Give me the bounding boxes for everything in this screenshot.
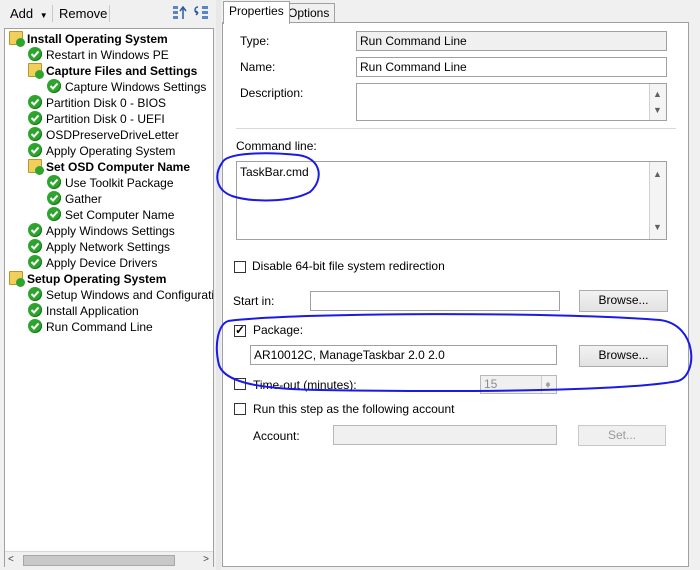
tree-item-label: Install Application: [46, 304, 139, 318]
type-label: Type:: [240, 34, 270, 48]
tree-item-label: Apply Network Settings: [46, 240, 171, 254]
add-button-label: Add: [10, 6, 34, 21]
tree-item-label: Install Operating System: [27, 32, 168, 46]
check-icon: [28, 127, 42, 141]
name-field[interactable]: Run Command Line: [356, 57, 667, 77]
check-badge-icon: [16, 38, 25, 47]
tab-options[interactable]: Options: [282, 3, 336, 23]
tree-item-label: Run Command Line: [46, 320, 153, 334]
description-field[interactable]: ▲ ▼: [356, 83, 667, 121]
check-icon: [28, 287, 42, 301]
description-label: Description:: [240, 86, 304, 100]
start-in-label: Start in:: [233, 294, 275, 308]
name-label: Name:: [240, 60, 276, 74]
tree-item-label: Partition Disk 0 - UEFI: [46, 112, 165, 126]
tree-item-label: Capture Files and Settings: [46, 64, 198, 78]
add-button[interactable]: Add ▼: [10, 6, 48, 21]
description-scrollbar[interactable]: ▲ ▼: [649, 84, 666, 120]
tree-item-label: Partition Disk 0 - BIOS: [46, 96, 167, 110]
toolbar: Add ▼ Remove: [0, 0, 218, 28]
package-browse-button[interactable]: Browse...: [579, 345, 668, 367]
command-line-field[interactable]: TaskBar.cmd ▲ ▼: [236, 161, 667, 240]
tree-item-label: Setup Operating System: [27, 272, 167, 286]
folder-check-icon: [9, 31, 25, 47]
check-icon: [47, 207, 61, 221]
check-icon: [28, 47, 42, 61]
tree-item-label: OSDPreserveDriveLetter: [46, 128, 179, 142]
timeout-label: Time-out (minutes):: [253, 378, 357, 392]
package-checkbox[interactable]: [234, 323, 246, 337]
check-icon: [47, 175, 61, 189]
toolbar-separator: [52, 5, 53, 22]
scroll-up-icon[interactable]: ▲: [653, 164, 662, 184]
package-label: Package:: [253, 323, 304, 337]
check-badge-icon: [16, 278, 25, 287]
toolbar-separator: [109, 5, 110, 22]
tab-properties[interactable]: Properties: [223, 1, 290, 24]
check-icon: [28, 223, 42, 237]
account-field: [333, 425, 557, 445]
disable64-label: Disable 64-bit file system redirection: [252, 259, 445, 273]
check-icon: [28, 95, 42, 109]
folder-check-icon: [28, 63, 44, 79]
spinner-buttons: ▲ ▼: [541, 376, 556, 393]
pane-splitter[interactable]: [216, 0, 221, 570]
divider: [236, 128, 676, 129]
disable64-checkbox[interactable]: [234, 261, 246, 273]
scrollbar-thumb[interactable]: [23, 555, 175, 566]
chevron-down-icon: ▼: [39, 11, 48, 20]
run-as-checkbox[interactable]: [234, 403, 246, 415]
tree-item-label: Setup Windows and Configuration: [46, 288, 214, 302]
start-in-field[interactable]: [310, 291, 560, 311]
tree-item-label: Apply Device Drivers: [46, 256, 158, 270]
remove-button[interactable]: Remove: [59, 6, 107, 21]
command-line-label: Command line:: [236, 139, 317, 153]
type-field: Run Command Line: [356, 31, 667, 51]
account-label: Account:: [253, 429, 300, 443]
set-button: Set...: [578, 425, 666, 446]
command-line-text: TaskBar.cmd: [240, 165, 309, 179]
start-in-browse-button[interactable]: Browse...: [579, 290, 668, 312]
tree-item-label: Gather: [65, 192, 102, 206]
tree-item-label: Use Toolkit Package: [65, 176, 174, 190]
folder-check-icon: [28, 159, 44, 175]
tree-item-label: Restart in Windows PE: [46, 48, 169, 62]
check-badge-icon: [35, 166, 44, 175]
move-down-icon[interactable]: [193, 4, 211, 22]
task-sequence-tree: Install Operating System Restart in Windo…: [4, 28, 214, 567]
check-icon: [28, 111, 42, 125]
check-icon: [47, 79, 61, 93]
properties-panel: Type: Run Command Line Name: Run Command…: [222, 22, 689, 567]
tree-item-label: Apply Operating System: [46, 144, 176, 158]
check-badge-icon: [35, 70, 44, 79]
tree-item-label: Set Computer Name: [65, 208, 175, 222]
timeout-value: 15: [484, 377, 498, 391]
check-icon: [28, 239, 42, 253]
timeout-spinner: 15 ▲ ▼: [480, 375, 557, 394]
scroll-left-icon[interactable]: <: [8, 554, 14, 565]
spin-down-icon: ▼: [544, 381, 552, 390]
check-icon: [28, 143, 42, 157]
scroll-right-icon[interactable]: >: [203, 554, 209, 565]
tree-item-label: Apply Windows Settings: [46, 224, 175, 238]
timeout-checkbox[interactable]: [234, 378, 246, 390]
check-icon: [28, 319, 42, 333]
check-icon: [47, 191, 61, 205]
scroll-down-icon[interactable]: ▼: [653, 101, 662, 119]
folder-check-icon: [9, 271, 25, 287]
package-field[interactable]: AR10012C, ManageTaskbar 2.0 2.0: [250, 345, 557, 365]
command-line-scrollbar[interactable]: ▲ ▼: [649, 162, 666, 239]
scroll-down-icon[interactable]: ▼: [653, 217, 662, 237]
move-up-icon[interactable]: [171, 4, 189, 22]
check-icon: [28, 303, 42, 317]
tree-item-label: Capture Windows Settings: [65, 80, 207, 94]
check-icon: [28, 255, 42, 269]
run-as-label: Run this step as the following account: [253, 402, 455, 416]
tree-horizontal-scrollbar[interactable]: < >: [5, 551, 213, 567]
tree-item-label: Set OSD Computer Name: [46, 160, 191, 174]
